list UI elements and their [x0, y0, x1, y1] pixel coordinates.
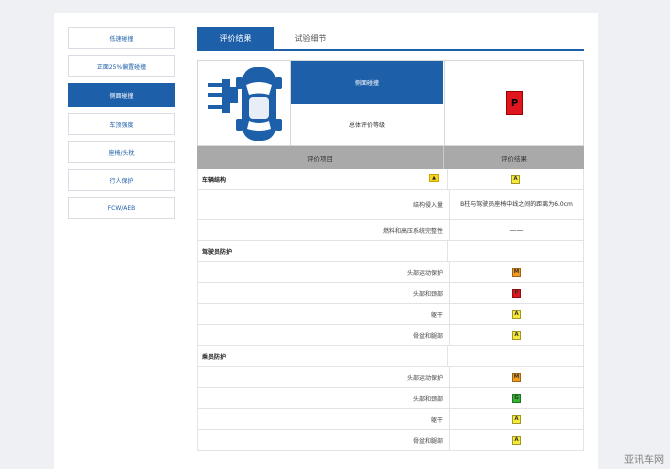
sidebar-item-side-impact[interactable]: 侧面碰撞 [68, 83, 175, 107]
car-illustration [198, 61, 291, 145]
test-category-sidebar: 低速碰撞 正面25%偏置碰撞 侧面碰撞 车顶强度 座椅/头枕 行人保护 FCW/… [68, 27, 175, 225]
table-row: 头部运动保护 M [197, 367, 584, 388]
test-title: 侧面碰撞 [291, 61, 443, 104]
rating-badge: M [512, 267, 521, 277]
result-text: B柱与驾驶员座椅中线之间的距离为6.0cm [460, 200, 573, 208]
table-row: 结构侵入量 B柱与驾驶员座椅中线之间的距离为6.0cm [197, 190, 584, 220]
item-label: 骨盆和腿部 [198, 430, 450, 450]
overall-rating-label: 总体评价等级 [348, 122, 385, 129]
watermark: 亚讯车网 [624, 455, 664, 466]
sidebar-item-pedestrian[interactable]: 行人保护 [68, 169, 175, 191]
sidebar-item-seat-headrest[interactable]: 座椅/头枕 [68, 141, 175, 163]
rating-badge: A [512, 435, 521, 445]
table-row: 燃料和高压系统完整性 —— [197, 220, 584, 241]
table-row: 乘员防护 [197, 346, 584, 367]
table-row: 头部和颈部 G [197, 388, 584, 409]
rating-badge: A [512, 414, 521, 424]
sidebar-item-fcw-aeb[interactable]: FCW/AEB [68, 197, 175, 219]
table-row: 头部和颈部 P [197, 283, 584, 304]
section-label: 驾驶员防护 [198, 241, 448, 261]
sidebar-item-small-overlap[interactable]: 正面25%偏置碰撞 [68, 55, 175, 77]
rating-badge: P [512, 288, 521, 298]
overall-rating-badge: P [506, 91, 523, 115]
item-label: 头部运动保护 [198, 262, 450, 282]
section-label: 乘员防护 [198, 346, 448, 366]
tab-test-details[interactable]: 试验细节 [283, 27, 338, 49]
header-result: 评价结果 [501, 154, 527, 163]
item-label: 躯干 [198, 409, 450, 429]
item-label: 骨盆和腿部 [198, 325, 450, 345]
tab-evaluation-result[interactable]: 评价结果 [197, 27, 274, 49]
overall-rating-cell: P [444, 61, 584, 145]
table-row: 躯干 A [197, 409, 584, 430]
rating-badge: A [512, 309, 521, 319]
results-table: 侧面碰撞 总体评价等级 P 评价项目 评价结果 车辆结构 ▲ A 结构侵入量 B… [197, 60, 584, 451]
rating-badge: A [511, 174, 520, 184]
result-tabs: 评价结果 试验细节 [197, 27, 584, 51]
item-label: 结构侵入量 [198, 190, 450, 219]
table-header: 评价项目 评价结果 [197, 146, 584, 169]
table-row: 驾驶员防护 [197, 241, 584, 262]
table-row: 车辆结构 ▲ A [197, 169, 584, 190]
table-row: 骨盆和腿部 A [197, 430, 584, 451]
rating-badge: A [512, 330, 521, 340]
item-label: 头部和颈部 [198, 283, 450, 303]
summary-block: 侧面碰撞 总体评价等级 P [197, 60, 584, 146]
rating-badge: G [512, 393, 521, 403]
arrow-up-icon: ▲ [429, 174, 439, 182]
item-label: 燃料和高压系统完整性 [198, 220, 450, 240]
item-label: 躯干 [198, 304, 450, 324]
header-item: 评价项目 [197, 146, 444, 169]
table-row: 躯干 A [197, 304, 584, 325]
sidebar-item-low-speed[interactable]: 低速碰撞 [68, 27, 175, 49]
section-label: 车辆结构 ▲ [198, 169, 448, 189]
result-text: —— [509, 226, 524, 234]
table-row: 头部运动保护 M [197, 262, 584, 283]
item-label: 头部运动保护 [198, 367, 450, 387]
sidebar-item-roof-strength[interactable]: 车顶强度 [68, 113, 175, 135]
item-label: 头部和颈部 [198, 388, 450, 408]
side-impact-car-icon [208, 67, 282, 141]
rating-badge: M [512, 372, 521, 382]
table-row: 骨盆和腿部 A [197, 325, 584, 346]
